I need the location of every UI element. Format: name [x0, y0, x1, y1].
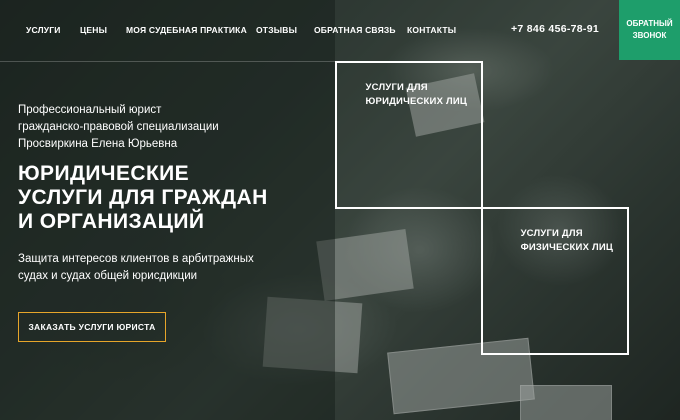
nav-item-feedback[interactable]: ОБРАТНАЯ СВЯЗЬ: [314, 25, 396, 35]
hero-description: Защита интересов клиентов в арбитражных …: [18, 251, 288, 285]
callback-button[interactable]: ОБРАТНЫЙ ЗВОНОК: [619, 0, 680, 60]
label-line: УСЛУГИ ДЛЯ: [365, 82, 428, 93]
nav-item-contacts[interactable]: КОНТАКТЫ: [407, 25, 456, 35]
description-line: Защита интересов клиентов в арбитражных: [18, 253, 254, 265]
subtitle-line: гражданско-правовой специализации: [18, 121, 219, 133]
service-box-individuals[interactable]: УСЛУГИ ДЛЯ ФИЗИЧЕСКИХ ЛИЦ: [481, 207, 629, 355]
hero-subtitle: Профессиональный юрист гражданско-правов…: [18, 102, 258, 153]
phone-number[interactable]: +7 846 456-78-91: [511, 23, 599, 35]
nav-item-reviews[interactable]: ОТЗЫВЫ: [256, 25, 297, 35]
service-box-label: УСЛУГИ ДЛЯ ЮРИДИЧЕСКИХ ЛИЦ: [366, 81, 467, 109]
title-line: ЮРИДИЧЕСКИЕ: [18, 162, 190, 185]
page-title: ЮРИДИЧЕСКИЕ УСЛУГИ ДЛЯ ГРАЖДАН И ОРГАНИЗ…: [18, 162, 328, 234]
landing-page: УСЛУГИ ЦЕНЫ МОЯ СУДЕБНАЯ ПРАКТИКА ОТЗЫВЫ…: [0, 0, 680, 420]
label-line: УСЛУГИ ДЛЯ: [520, 228, 583, 239]
nav-item-services[interactable]: УСЛУГИ: [26, 25, 61, 35]
title-line: УСЛУГИ ДЛЯ ГРАЖДАН: [18, 186, 268, 209]
service-box-legal-entities[interactable]: УСЛУГИ ДЛЯ ЮРИДИЧЕСКИХ ЛИЦ: [335, 61, 483, 209]
order-services-button[interactable]: ЗАКАЗАТЬ УСЛУГИ ЮРИСТА: [18, 312, 166, 342]
nav-item-prices[interactable]: ЦЕНЫ: [80, 25, 107, 35]
description-line: судах и судах общей юрисдикции: [18, 270, 198, 282]
service-box-label: УСЛУГИ ДЛЯ ФИЗИЧЕСКИХ ЛИЦ: [521, 227, 613, 255]
label-line: ЮРИДИЧЕСКИХ ЛИЦ: [365, 96, 467, 107]
label-line: ФИЗИЧЕСКИХ ЛИЦ: [520, 242, 613, 253]
subtitle-line: Просвиркина Елена Юрьевна: [18, 138, 178, 150]
header-divider: [0, 61, 335, 62]
title-line: И ОРГАНИЗАЦИЙ: [18, 210, 205, 233]
nav-item-court-practice[interactable]: МОЯ СУДЕБНАЯ ПРАКТИКА: [126, 25, 247, 35]
top-navigation: УСЛУГИ ЦЕНЫ МОЯ СУДЕБНАЯ ПРАКТИКА ОТЗЫВЫ…: [0, 0, 680, 62]
subtitle-line: Профессиональный юрист: [18, 104, 162, 116]
